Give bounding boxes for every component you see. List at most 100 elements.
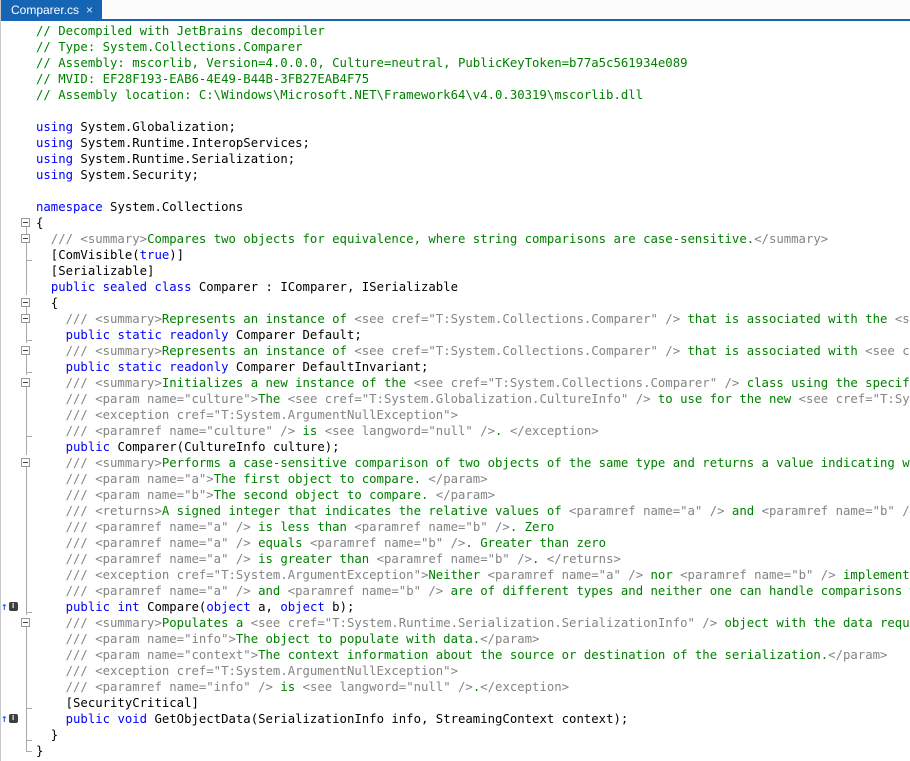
outlining-margin [20,711,36,727]
code-token: Compares two objects for equivalence, wh… [147,232,754,246]
tab-comparer[interactable]: Comparer.cs × [1,0,102,19]
code-line-text: public void GetObjectData(SerializationI… [36,711,910,727]
gutter-glyph-margin [1,231,20,247]
code-line-text: namespace System.Collections [36,199,910,215]
code-line-text: public static readonly Comparer DefaultI… [36,359,910,375]
code-token: namespace [36,200,103,214]
code-token: <see langword="null" /> [325,424,495,438]
gutter-glyph-margin [1,359,20,375]
fold-end-tick [26,340,32,341]
code-token: The second object to compare. [214,488,436,502]
code-token: using [36,168,73,182]
code-token [36,440,66,454]
outlining-margin [20,295,36,311]
gutter-glyph-margin [1,215,20,231]
code-token: // Assembly: mscorlib, Version=4.0.0.0, … [36,56,688,70]
code-line-text: /// <paramref name="a" /> and <paramref … [36,583,910,599]
outlining-margin [20,263,36,279]
code-line: /// <summary>Represents an instance of <… [1,311,910,327]
code-line-text: public Comparer(CultureInfo culture); [36,439,910,455]
gutter-glyph-margin [1,55,20,71]
implements-interface-icon[interactable]: ↑I [1,713,18,724]
code-line: /// <param name="culture">The <see cref=… [1,391,910,407]
code-token: <see cref=" [865,344,910,358]
code-token: <paramref name="b" /> [288,584,443,598]
code-line: /// <summary>Represents an instance of <… [1,343,910,359]
outlining-margin [20,55,36,71]
fold-collapse-icon[interactable] [21,378,30,387]
editor-tab-bar: Comparer.cs × [1,0,910,21]
tab-close-icon[interactable]: × [86,4,93,16]
outlining-margin [20,519,36,535]
fold-collapse-icon[interactable] [21,218,30,227]
code-token: </param> [428,472,487,486]
gutter-glyph-margin [1,455,20,471]
code-token: Compare( [140,600,207,614]
code-line-text: /// <paramref name="a" /> is greater tha… [36,551,910,567]
fold-line [26,567,27,583]
gutter-glyph-margin [1,535,20,551]
fold-line [26,407,27,423]
outlining-margin [20,119,36,135]
outlining-margin [20,439,36,455]
code-line: /// <exception cref="T:System.ArgumentNu… [1,407,910,423]
outlining-margin [20,407,36,423]
fold-line [26,471,27,487]
code-line: // Type: System.Collections.Comparer [1,39,910,55]
code-token: <see cref="T:System. [799,392,910,406]
outlining-margin [20,215,36,231]
gutter-glyph-margin [1,135,20,151]
fold-line [26,583,27,599]
fold-line [26,503,27,519]
fold-end-tick [26,740,32,741]
gutter-glyph-margin [1,343,20,359]
code-line: public static readonly Comparer Default; [1,327,910,343]
code-token [36,360,66,374]
implements-interface-icon[interactable]: ↑I [1,601,18,612]
outlining-margin [20,567,36,583]
outlining-margin [20,167,36,183]
code-token: and [251,584,288,598]
code-token: a, [251,600,281,614]
code-token: </exception> [510,424,599,438]
code-token: System.Runtime.InteropServices; [73,136,310,150]
gutter-glyph-margin [1,743,20,759]
fold-collapse-icon[interactable] [21,314,30,323]
code-token: public static readonly [66,360,229,374]
code-token: is [295,424,325,438]
code-editor[interactable]: // Decompiled with JetBrains decompiler/… [1,21,910,761]
code-token: /// <param name="info"> [36,632,236,646]
code-line: /// <returns>A signed integer that indic… [1,503,910,519]
code-line: /// <summary>Performs a case-sensitive c… [1,455,910,471]
outlining-margin [20,423,36,439]
code-token: is [273,680,303,694]
code-line: using System.Runtime.Serialization; [1,151,910,167]
gutter-glyph-margin: ↑I [1,711,20,727]
code-token: that is associated with [680,344,865,358]
fold-end-tick [26,372,32,373]
code-token: is less than [251,520,355,534]
gutter-glyph-margin [1,167,20,183]
fold-collapse-icon[interactable] [21,346,30,355]
code-line-text: public int Compare(object a, object b); [36,599,910,615]
code-line-text: /// <paramref name="a" /> equals <paramr… [36,535,910,551]
code-line: /// <paramref name="a" /> is less than <… [1,519,910,535]
code-token: </returns> [547,552,621,566]
code-token: <see cref="T:System.Collections.Comparer… [414,376,740,390]
gutter-glyph-margin [1,503,20,519]
gutter-glyph-margin [1,567,20,583]
gutter-glyph-margin [1,375,20,391]
code-token: // Decompiled with JetBrains decompiler [36,24,325,38]
fold-collapse-icon[interactable] [21,298,30,307]
code-line-text: [Serializable] [36,263,910,279]
code-token: <paramref name="b" /> [762,504,910,518]
code-line-text: /// <summary>Populates a <see cref="T:Sy… [36,615,910,631]
outlining-margin [20,551,36,567]
fold-collapse-icon[interactable] [21,458,30,467]
fold-collapse-icon[interactable] [21,618,30,627]
fold-line [26,535,27,551]
fold-line [26,487,27,503]
fold-collapse-icon[interactable] [21,234,30,243]
code-token: . [532,552,547,566]
code-token: <paramref name="b" /> [354,520,509,534]
